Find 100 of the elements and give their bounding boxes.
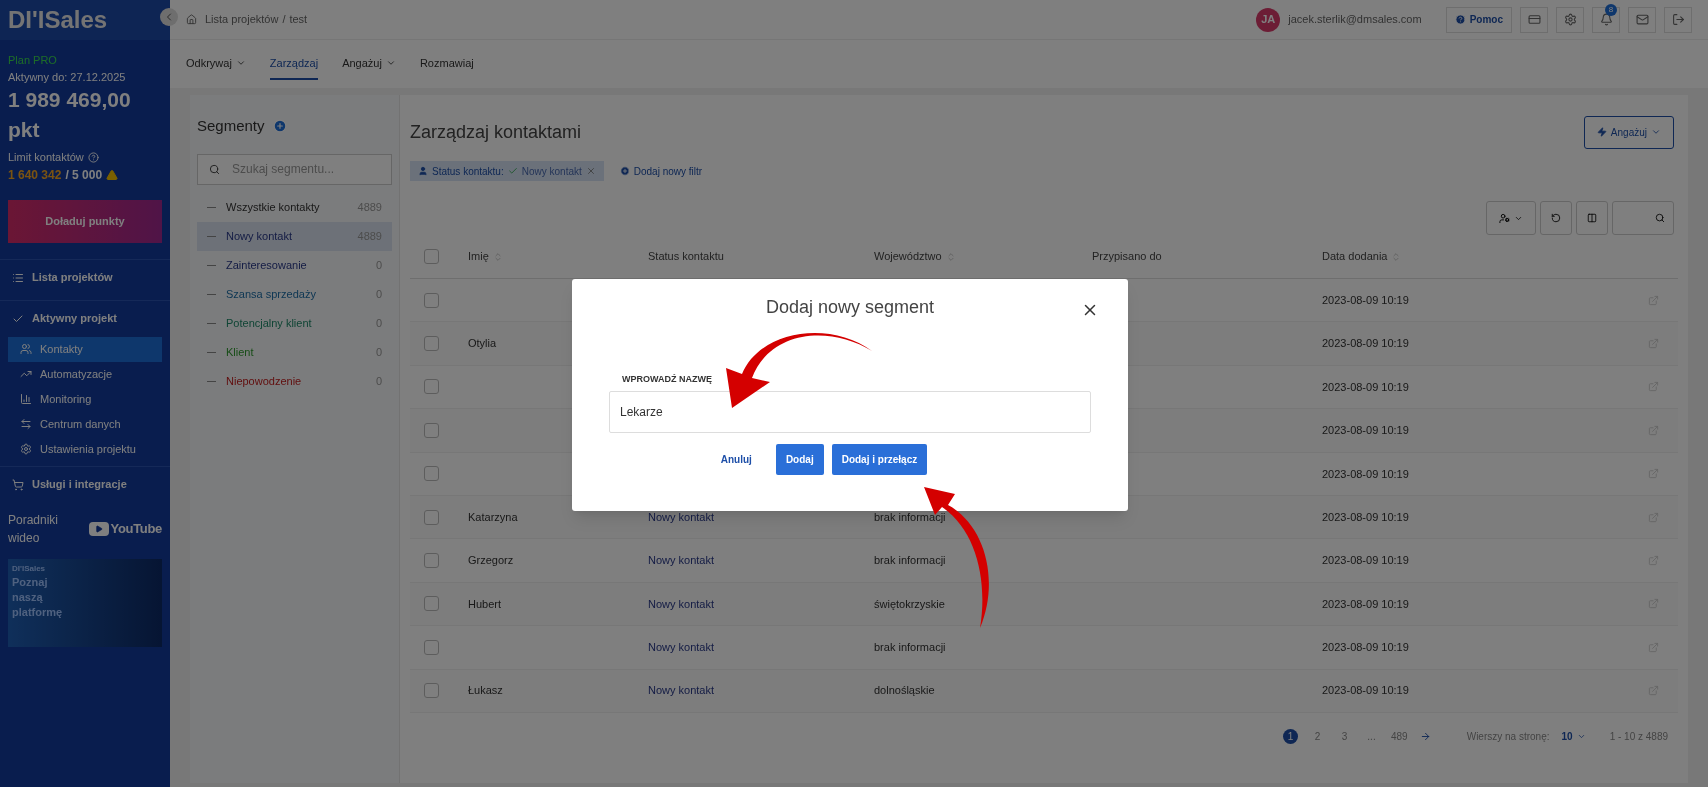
messages-button[interactable] — [1628, 6, 1656, 33]
nav-tab[interactable]: Rozmawiaj — [419, 48, 474, 80]
breadcrumb-link[interactable]: Lista projektów — [205, 11, 279, 28]
sidebar-item[interactable]: Centrum danych — [8, 411, 162, 437]
sidebar-item[interactable]: Lista projektów — [8, 259, 162, 296]
youtube-logo[interactable]: YouTube — [88, 518, 162, 539]
name-cell-text: Katarzyna — [468, 509, 519, 525]
trend-icon — [20, 368, 32, 380]
notifications-button[interactable]: 8 — [1592, 6, 1620, 33]
checkbox[interactable] — [424, 379, 439, 395]
nav-tab[interactable]: Zarządzaj — [269, 48, 319, 80]
column-header[interactable]: Przypisano do — [1092, 248, 1322, 265]
table-search-field[interactable] — [1612, 201, 1674, 235]
column-header[interactable]: Data dodania — [1322, 248, 1648, 265]
page-button[interactable]: 489 — [1391, 729, 1408, 745]
bar-chart-icon — [20, 393, 32, 405]
add-segment-icon[interactable] — [272, 119, 287, 134]
filter-chip[interactable]: Status kontaktu: Nowy kontakt — [410, 161, 604, 181]
page-button[interactable]: ... — [1364, 729, 1379, 745]
chevron-down-icon — [1651, 127, 1661, 137]
sidebar-item[interactable]: Ustawienia projektu — [8, 436, 162, 462]
checkbox[interactable] — [424, 553, 439, 569]
segment-label: Klient — [226, 344, 254, 360]
video-tutorials-label: Poradniki wideo — [8, 511, 60, 547]
date-cell-text: 2023-08-09 10:19 — [1322, 336, 1410, 352]
name-cell-text: Otylia — [468, 336, 498, 352]
promo-brand: DI'ISales — [12, 562, 47, 575]
active-until: Aktywny do: 27.12.2025 — [8, 69, 127, 85]
cancel-link[interactable]: Anuluj — [720, 451, 752, 467]
add-button[interactable]: Dodaj i przełącz — [831, 443, 928, 475]
nav-tab[interactable]: Angażuj — [342, 48, 396, 80]
logout-button[interactable] — [1664, 6, 1692, 33]
sidebar-item[interactable]: Aktywny projekt — [8, 300, 162, 337]
page-button[interactable]: 1 — [1283, 729, 1298, 745]
field-label: WPROWADŹ NAZWĘ — [622, 373, 713, 386]
province-cell-text: brak informacji — [874, 640, 947, 656]
assign-button[interactable] — [1486, 201, 1536, 235]
add-button[interactable]: Dodaj — [775, 443, 824, 475]
sidebar-item[interactable]: Kontakty — [8, 336, 162, 362]
date-cell-text: 2023-08-09 10:19 — [1322, 596, 1410, 612]
contact-limit-total: / 5 000 — [65, 166, 103, 184]
help-button[interactable]: Pomoc — [1445, 6, 1512, 33]
notification-count: 8 — [1605, 3, 1617, 16]
checkbox[interactable] — [424, 249, 439, 264]
date-cell-text: 2023-08-09 10:19 — [1322, 640, 1410, 656]
sidebar-item[interactable]: Automatyzacje — [8, 361, 162, 387]
open-icon[interactable] — [1648, 294, 1659, 306]
refresh-button[interactable] — [1540, 201, 1572, 235]
segments-title: Segmenty — [197, 116, 265, 136]
checkbox[interactable] — [424, 292, 439, 308]
column-header[interactable]: Imię — [468, 248, 648, 265]
open-icon[interactable] — [1648, 641, 1659, 653]
segment-label: Szansa sprzedaży — [226, 286, 316, 302]
status-cell-text: Nowy kontakt — [648, 596, 716, 612]
checkbox[interactable] — [424, 509, 439, 525]
checkbox[interactable] — [424, 422, 439, 438]
cart-icon — [12, 478, 24, 491]
user-icon — [1499, 212, 1510, 224]
engage-button[interactable]: Angażuj — [1583, 115, 1674, 149]
nav-tab[interactable]: Odkrywaj — [186, 48, 246, 80]
home-icon[interactable] — [186, 14, 197, 25]
help-icon — [1454, 14, 1466, 25]
open-icon[interactable] — [1648, 555, 1659, 567]
column-header[interactable]: Województwo — [874, 248, 1092, 265]
date-cell-text: 2023-08-09 10:19 — [1322, 553, 1410, 569]
next-page-icon[interactable] — [1419, 731, 1431, 743]
check-icon — [507, 166, 518, 176]
play-icon — [94, 524, 103, 533]
card-icon — [1527, 13, 1541, 26]
add-filter-button[interactable]: Dodaj nowy filtr — [619, 163, 703, 179]
sidebar-item[interactable]: Monitoring — [8, 386, 162, 412]
remove-filter-icon[interactable] — [585, 166, 596, 176]
users-icon — [20, 343, 32, 355]
name-cell-text: Hubert — [468, 596, 503, 612]
breadcrumb-link[interactable]: test — [289, 11, 308, 28]
rows-per-page-select[interactable]: 10 — [1561, 729, 1586, 745]
settings-button[interactable] — [1556, 6, 1584, 33]
user-avatar[interactable]: JA — [1256, 7, 1281, 32]
checkbox[interactable] — [424, 596, 439, 612]
checkbox[interactable] — [424, 639, 439, 655]
columns-button[interactable] — [1576, 201, 1608, 235]
checkbox[interactable] — [424, 466, 439, 482]
checkbox[interactable] — [424, 683, 439, 699]
sidebar-item[interactable]: Usługi i integracje — [8, 466, 162, 503]
status-cell-text: Nowy kontakt — [648, 640, 716, 656]
modal-title: Dodaj nowy segment — [765, 295, 935, 319]
open-icon[interactable] — [1648, 468, 1659, 480]
checkbox[interactable] — [424, 336, 439, 352]
open-icon[interactable] — [1648, 381, 1659, 393]
columns-icon — [1587, 213, 1597, 223]
help-icon[interactable] — [87, 151, 99, 163]
billing-button[interactable] — [1520, 6, 1548, 33]
user-email[interactable]: jacek.sterlik@dmsales.com — [1288, 11, 1422, 28]
name-input-field[interactable]: Lekarze — [609, 390, 1091, 433]
page-button[interactable]: 3 — [1337, 729, 1352, 745]
filter-label: Status kontaktu: — [432, 164, 504, 179]
column-header[interactable]: Status kontaktu — [648, 248, 874, 265]
bolt-icon — [1596, 127, 1607, 137]
top-up-button[interactable]: Doładuj punkty — [8, 199, 162, 243]
promo-banner[interactable]: DI'ISales Poznaj naszą platformę — [8, 558, 162, 647]
